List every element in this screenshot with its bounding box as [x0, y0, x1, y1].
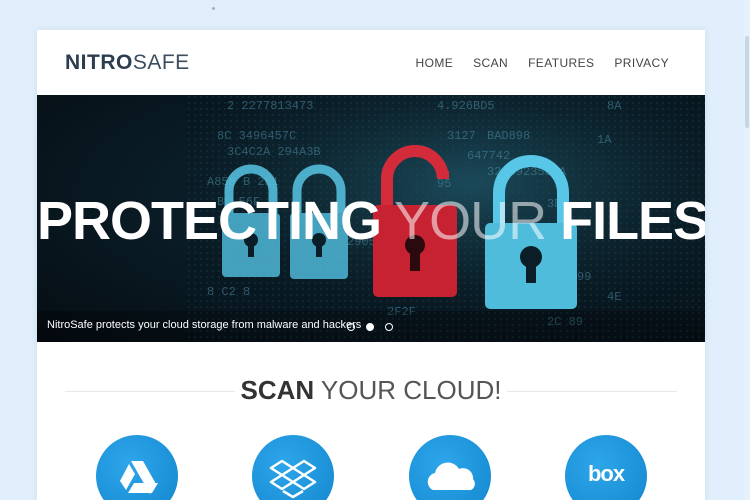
svg-text:8 C2 8: 8 C2 8 — [207, 285, 250, 299]
logo-bold: NITRO — [65, 51, 133, 74]
hero-title: PROTECTING YOUR FILES — [37, 190, 705, 252]
page-container: NITROSAFE HOME SCAN FEATURES PRIVACY 2 2… — [37, 30, 705, 500]
box-button[interactable]: box — [565, 435, 647, 500]
hero-caption-bar: NitroSafe protects your cloud storage fr… — [37, 311, 705, 342]
scrollbar-thumb[interactable] — [745, 36, 749, 128]
nav-home[interactable]: HOME — [416, 56, 454, 70]
logo-light: SAFE — [132, 51, 190, 74]
slider-dots — [347, 323, 393, 331]
svg-text:8A: 8A — [607, 99, 622, 113]
onedrive-icon — [427, 462, 475, 490]
scan-section-header: SCAN YOUR CLOUD! — [37, 375, 705, 409]
nav-scan[interactable]: SCAN — [473, 56, 508, 70]
hero-slider: 2 2277813473 4.926BD5 8A 8C 3496457C 312… — [37, 95, 705, 342]
hero-caption: NitroSafe protects your cloud storage fr… — [47, 319, 362, 331]
svg-text:3C4C2A 294A3B: 3C4C2A 294A3B — [227, 145, 321, 159]
svg-text:4.926BD5: 4.926BD5 — [437, 99, 495, 113]
svg-text:1A: 1A — [597, 133, 612, 147]
google-drive-button[interactable] — [96, 435, 178, 500]
slider-dot-2[interactable] — [366, 323, 374, 331]
svg-text:8C 3496457C: 8C 3496457C — [217, 129, 296, 143]
onedrive-button[interactable] — [409, 435, 491, 500]
svg-text:3127: 3127 — [447, 129, 476, 143]
box-icon: box — [587, 461, 625, 486]
svg-text:4E: 4E — [607, 290, 621, 304]
google-drive-icon — [120, 461, 158, 494]
nav-privacy[interactable]: PRIVACY — [614, 56, 669, 70]
slider-dot-1[interactable] — [347, 323, 355, 331]
svg-text:BAD898: BAD898 — [487, 129, 530, 143]
dropbox-icon — [269, 459, 317, 499]
hero-title-files: FILES — [560, 191, 705, 251]
site-logo[interactable]: NITROSAFE — [65, 51, 190, 75]
svg-text:95: 95 — [437, 177, 451, 191]
site-header: NITROSAFE HOME SCAN FEATURES PRIVACY — [37, 30, 705, 95]
scan-title-light: YOUR CLOUD! — [320, 375, 502, 405]
nav-features[interactable]: FEATURES — [528, 56, 594, 70]
hero-title-protecting: PROTECTING — [37, 191, 382, 251]
svg-text:99: 99 — [577, 270, 591, 284]
scan-title: SCAN YOUR CLOUD! — [37, 375, 705, 406]
svg-text:2 2277813473: 2 2277813473 — [227, 99, 313, 113]
slider-dot-3[interactable] — [385, 323, 393, 331]
scan-title-bold: SCAN — [240, 375, 315, 405]
dropbox-button[interactable] — [252, 435, 334, 500]
background-speck — [212, 7, 215, 10]
cloud-services: box — [37, 435, 705, 500]
hero-title-your: YOUR — [394, 191, 547, 251]
main-nav: HOME SCAN FEATURES PRIVACY — [416, 56, 669, 70]
svg-text:647742: 647742 — [467, 149, 510, 163]
scrollbar-track[interactable] — [744, 0, 750, 500]
